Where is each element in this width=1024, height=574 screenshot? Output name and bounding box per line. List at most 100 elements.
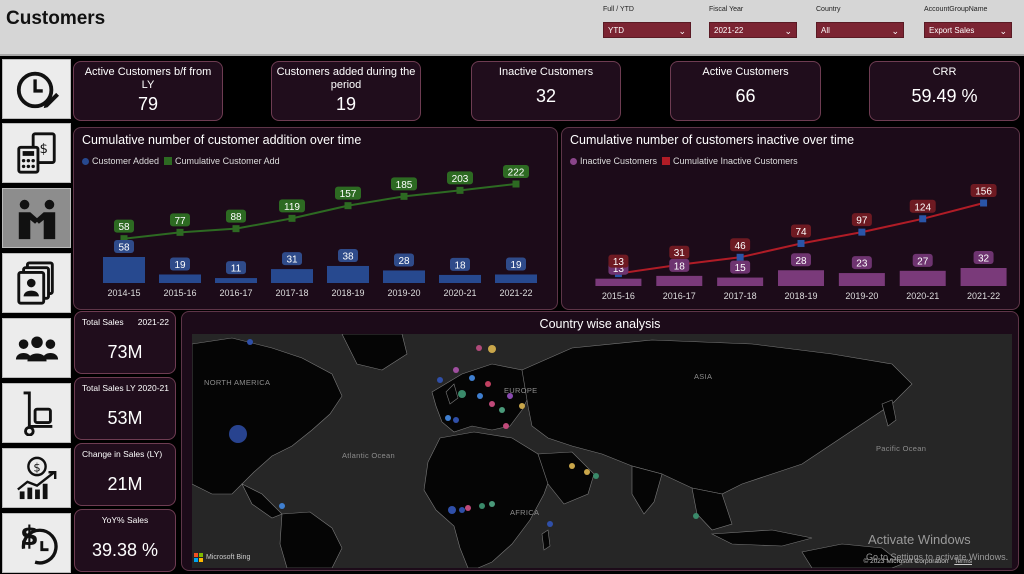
- map-label-asia: ASIA: [694, 372, 713, 381]
- x-tick-label: 2017-18: [275, 288, 308, 298]
- sales-label: Change in Sales (LY): [82, 449, 163, 459]
- line-point[interactable]: [797, 239, 805, 247]
- x-tick-label: 2018-19: [784, 291, 817, 301]
- sales-value: 73M: [107, 342, 143, 362]
- bar-data-label: 11: [226, 261, 246, 275]
- country-dropdown[interactable]: All ⌄: [816, 22, 904, 38]
- svg-text:19: 19: [510, 260, 522, 271]
- bing-logo: Microsoft Bing: [194, 553, 250, 562]
- kpi-value: 32: [535, 86, 557, 106]
- bar[interactable]: [495, 274, 537, 283]
- map-label-pacific: Pacific Ocean: [876, 444, 927, 453]
- x-tick-label: 2019-20: [387, 288, 420, 298]
- kpi-card-inactive: Inactive Customers 32: [471, 61, 621, 121]
- line-point[interactable]: [512, 180, 520, 188]
- x-tick-label: 2016-17: [219, 288, 252, 298]
- bar[interactable]: [103, 257, 145, 283]
- svg-text:97: 97: [856, 216, 868, 227]
- line-point[interactable]: [176, 228, 184, 236]
- kpi-label: CRR: [932, 66, 957, 78]
- line-data-label: 119: [279, 199, 305, 213]
- bar[interactable]: [383, 270, 425, 283]
- nav-item-customers[interactable]: [2, 188, 71, 248]
- x-tick-label: 2015-16: [163, 288, 196, 298]
- nav-item-logistics[interactable]: [2, 383, 71, 443]
- nav-item-contacts[interactable]: [2, 253, 71, 313]
- bar[interactable]: [717, 277, 764, 286]
- nav-item-payments[interactable]: $: [2, 513, 71, 573]
- svg-text:88: 88: [230, 212, 242, 223]
- activate-windows-subtitle: Go to Settings to activate Windows.: [866, 552, 1009, 562]
- svg-text:28: 28: [795, 256, 807, 267]
- bar[interactable]: [960, 268, 1007, 286]
- line-point[interactable]: [400, 192, 408, 200]
- bar[interactable]: [595, 278, 642, 286]
- line-data-label: 74: [791, 224, 811, 238]
- kpi-value: 19: [335, 94, 357, 114]
- map-title: Country wise analysis: [539, 317, 661, 331]
- line-point[interactable]: [980, 199, 988, 207]
- line-data-label: 156: [970, 184, 997, 198]
- line-data-label: 13: [608, 254, 629, 268]
- bar[interactable]: [778, 270, 824, 286]
- kpi-value: 79: [137, 94, 159, 114]
- bar[interactable]: [327, 265, 369, 283]
- bar-data-label: 23: [851, 256, 872, 270]
- bar[interactable]: [439, 274, 481, 283]
- line-point[interactable]: [344, 202, 352, 210]
- clock-edit-icon: [16, 71, 59, 109]
- filter-full-ytd: Full / YTD YTD ⌄: [603, 4, 691, 38]
- filter-label: AccountGroupName: [924, 6, 988, 13]
- svg-text:31: 31: [286, 255, 298, 266]
- svg-text:74: 74: [795, 227, 807, 238]
- report-header: Customers Full / YTD YTD ⌄ Fiscal Year 2…: [0, 0, 1024, 56]
- customers-group-icon: [15, 336, 58, 362]
- filter-label: Full / YTD: [603, 6, 634, 13]
- x-tick-label: 2021-22: [967, 291, 1000, 301]
- sales-value: 39.38 %: [91, 540, 159, 560]
- bar[interactable]: [271, 269, 313, 283]
- svg-text:156: 156: [975, 187, 992, 198]
- map-label-africa: AFRICA: [510, 508, 540, 517]
- svg-text:15: 15: [735, 263, 747, 274]
- nav-item-growth[interactable]: $: [2, 448, 71, 508]
- line-point[interactable]: [919, 215, 927, 223]
- line-data-label: 97: [851, 213, 872, 227]
- bar[interactable]: [656, 275, 703, 286]
- left-navigation: $ $ $: [0, 57, 72, 574]
- handshake-people-icon: [18, 199, 55, 240]
- account-group-dropdown[interactable]: Export Sales ⌄: [924, 22, 1012, 38]
- line-point[interactable]: [858, 228, 866, 236]
- svg-text:32: 32: [978, 254, 990, 265]
- line-point[interactable]: [232, 225, 240, 233]
- sales-card-total: Total Sales 2021-22 73M: [74, 311, 176, 374]
- line-data-label: 185: [391, 177, 417, 191]
- bar[interactable]: [159, 274, 201, 283]
- line-point[interactable]: [736, 253, 744, 261]
- nav-item-finance[interactable]: $: [2, 123, 71, 183]
- line-point[interactable]: [288, 214, 296, 222]
- line-point[interactable]: [456, 186, 464, 194]
- bar[interactable]: [215, 278, 257, 283]
- x-tick-label: 2018-19: [331, 288, 364, 298]
- x-tick-label: 2019-20: [845, 291, 878, 301]
- kpi-card-crr: CRR 59.49 %: [869, 61, 1020, 121]
- x-tick-label: 2017-18: [724, 291, 757, 301]
- sales-value: 53M: [107, 408, 143, 428]
- svg-text:77: 77: [174, 216, 186, 227]
- kpi-card-active: Active Customers 66: [670, 61, 821, 121]
- kpi-card-active-bf: Active Customers b/f from LY 79: [73, 61, 223, 121]
- full-ytd-dropdown[interactable]: YTD ⌄: [603, 22, 691, 38]
- bar[interactable]: [899, 270, 946, 286]
- svg-text:185: 185: [396, 180, 413, 191]
- fiscal-year-dropdown[interactable]: 2021-22 ⌄: [709, 22, 797, 38]
- bar[interactable]: [838, 273, 885, 286]
- chevron-down-icon: ⌄: [891, 26, 899, 36]
- nav-item-overview[interactable]: [2, 59, 71, 119]
- customer-inactive-chart: 2015-16 2016-17 2017-18 2018-19 2019-20 2020-…: [595, 184, 1007, 301]
- customer-addition-chart: 2014-15 2015-16 2016-17 2017-18 2018-19 2019-…: [103, 165, 537, 298]
- sales-label: Total Sales: [82, 317, 124, 327]
- svg-text:19: 19: [174, 260, 186, 271]
- bar-data-label: 18: [450, 257, 470, 271]
- nav-item-groups[interactable]: [2, 318, 71, 378]
